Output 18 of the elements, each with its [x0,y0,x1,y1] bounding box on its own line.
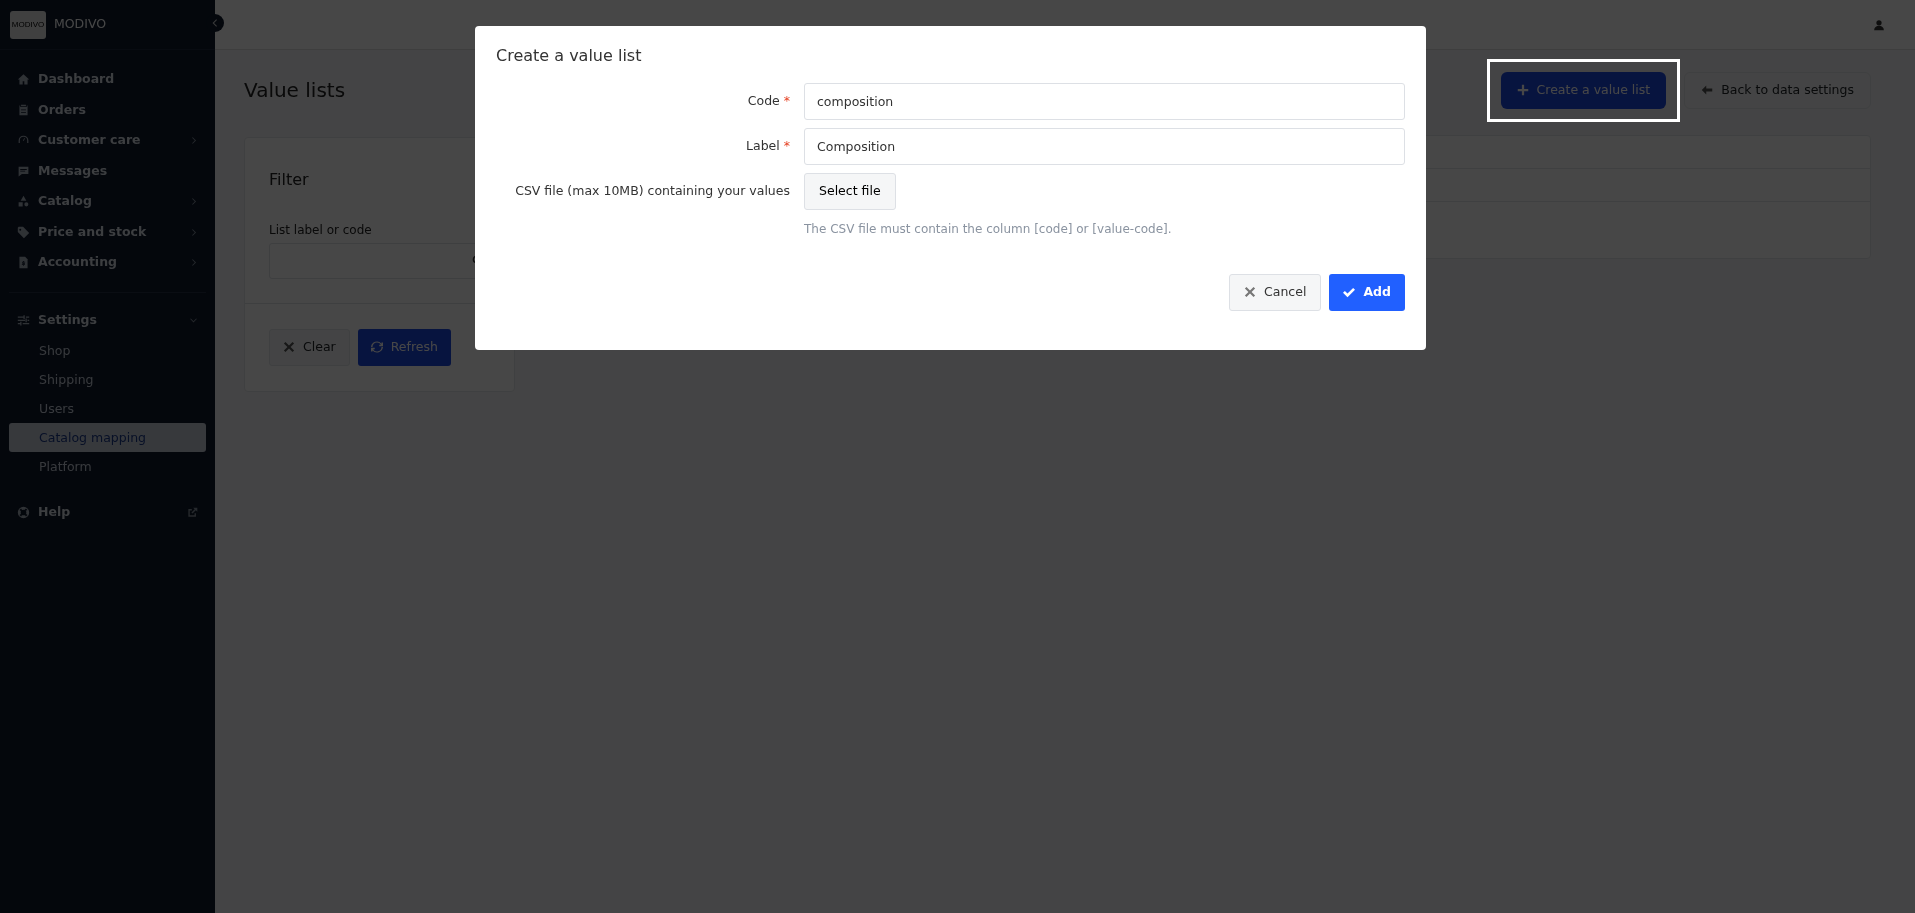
modal-title: Create a value list [496,46,643,66]
required-mark: * [783,138,790,154]
check-icon [1343,286,1356,299]
field-label: CSV file (max 10MB) containing your values [515,183,790,199]
text-field[interactable]: composition [804,83,1405,121]
field-label: List label or code [269,221,373,239]
help-text: The CSV file must contain the column [code] or [value-code]. [804,220,1172,238]
brand-name: MODIVO [54,15,107,34]
add-button[interactable]: Add [1329,273,1405,311]
required-mark: * [783,93,790,109]
cancel-button[interactable]: Cancel [1229,273,1322,311]
field-label: Code [747,93,780,109]
filter-title: Filter [269,169,310,189]
field-label: Label [746,138,780,154]
text-field[interactable]: Composition [804,128,1405,166]
close-icon [1244,286,1257,299]
select-file-button[interactable]: Select file [804,173,896,210]
page-title: Value lists [244,78,346,103]
